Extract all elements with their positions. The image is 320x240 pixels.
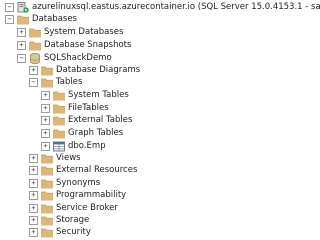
- expand-toggle-icon[interactable]: +: [29, 216, 38, 225]
- folder-icon: [41, 190, 56, 201]
- tree-node-databases[interactable]: − Databases: [5, 13, 77, 26]
- tree-node-label: Databases: [32, 14, 77, 24]
- tree-node-graph-tables[interactable]: + Graph Tables: [41, 127, 123, 140]
- tree-node-database-snapshots[interactable]: + Database Snapshots: [17, 39, 131, 52]
- tree-node-label: Security: [56, 227, 91, 237]
- tree-node-label: Database Snapshots: [44, 40, 132, 50]
- expand-toggle-icon[interactable]: +: [17, 28, 26, 37]
- expand-toggle-icon[interactable]: +: [29, 204, 38, 213]
- tree-node-external-tables[interactable]: + External Tables: [41, 114, 132, 127]
- expand-toggle-icon[interactable]: +: [17, 41, 26, 50]
- tree-node-programmability[interactable]: + Programmability: [29, 189, 126, 202]
- folder-icon: [53, 115, 68, 126]
- collapse-toggle-icon[interactable]: −: [29, 78, 38, 87]
- folder-icon: [53, 103, 68, 114]
- server-icon: [17, 2, 32, 13]
- expand-toggle-icon[interactable]: +: [29, 66, 38, 75]
- folder-icon: [41, 203, 56, 214]
- collapse-toggle-icon[interactable]: −: [17, 54, 26, 63]
- tree-node-label: Tables: [56, 77, 83, 87]
- tree-node-tables[interactable]: − Tables: [29, 76, 82, 89]
- tree-node-system-databases[interactable]: + System Databases: [17, 26, 123, 39]
- folder-icon: [41, 178, 56, 189]
- folder-icon: [41, 153, 56, 164]
- tree-node-label: System Databases: [44, 27, 124, 37]
- folder-icon: [53, 128, 68, 139]
- tree-node-label: System Tables: [68, 90, 129, 100]
- expand-toggle-icon[interactable]: +: [29, 166, 38, 175]
- table-icon: [53, 141, 68, 152]
- folder-icon: [41, 65, 56, 76]
- database-icon: [29, 53, 44, 64]
- folder-icon: [29, 27, 44, 38]
- object-explorer-tree: − azurelinuxsql.eastus.azurecontainer.io…: [0, 0, 320, 238]
- tree-node-label: External Resources: [56, 165, 138, 175]
- folder-icon: [41, 215, 56, 226]
- tree-node-external-resources[interactable]: + External Resources: [29, 164, 137, 177]
- expand-toggle-icon[interactable]: +: [29, 228, 38, 237]
- folder-icon: [53, 90, 68, 101]
- tree-node-label: External Tables: [68, 115, 133, 125]
- folder-icon: [17, 14, 32, 25]
- folder-icon: [41, 165, 56, 176]
- tree-node-security[interactable]: + Security: [29, 226, 91, 239]
- folder-icon: [41, 77, 56, 88]
- expand-toggle-icon[interactable]: +: [41, 142, 50, 151]
- expand-toggle-icon[interactable]: +: [41, 129, 50, 138]
- tree-node-label: Programmability: [56, 190, 127, 200]
- collapse-toggle-icon[interactable]: −: [5, 15, 14, 24]
- expand-toggle-icon[interactable]: +: [29, 179, 38, 188]
- tree-node-label: Graph Tables: [68, 128, 124, 138]
- tree-node-system-tables[interactable]: + System Tables: [41, 89, 129, 102]
- expand-toggle-icon[interactable]: +: [29, 154, 38, 163]
- expand-toggle-icon[interactable]: +: [41, 91, 50, 100]
- folder-icon: [41, 227, 56, 238]
- expand-toggle-icon[interactable]: +: [29, 191, 38, 200]
- folder-icon: [29, 40, 44, 51]
- expand-toggle-icon[interactable]: +: [41, 116, 50, 125]
- collapse-toggle-icon[interactable]: −: [5, 3, 14, 12]
- expand-toggle-icon[interactable]: +: [41, 104, 50, 113]
